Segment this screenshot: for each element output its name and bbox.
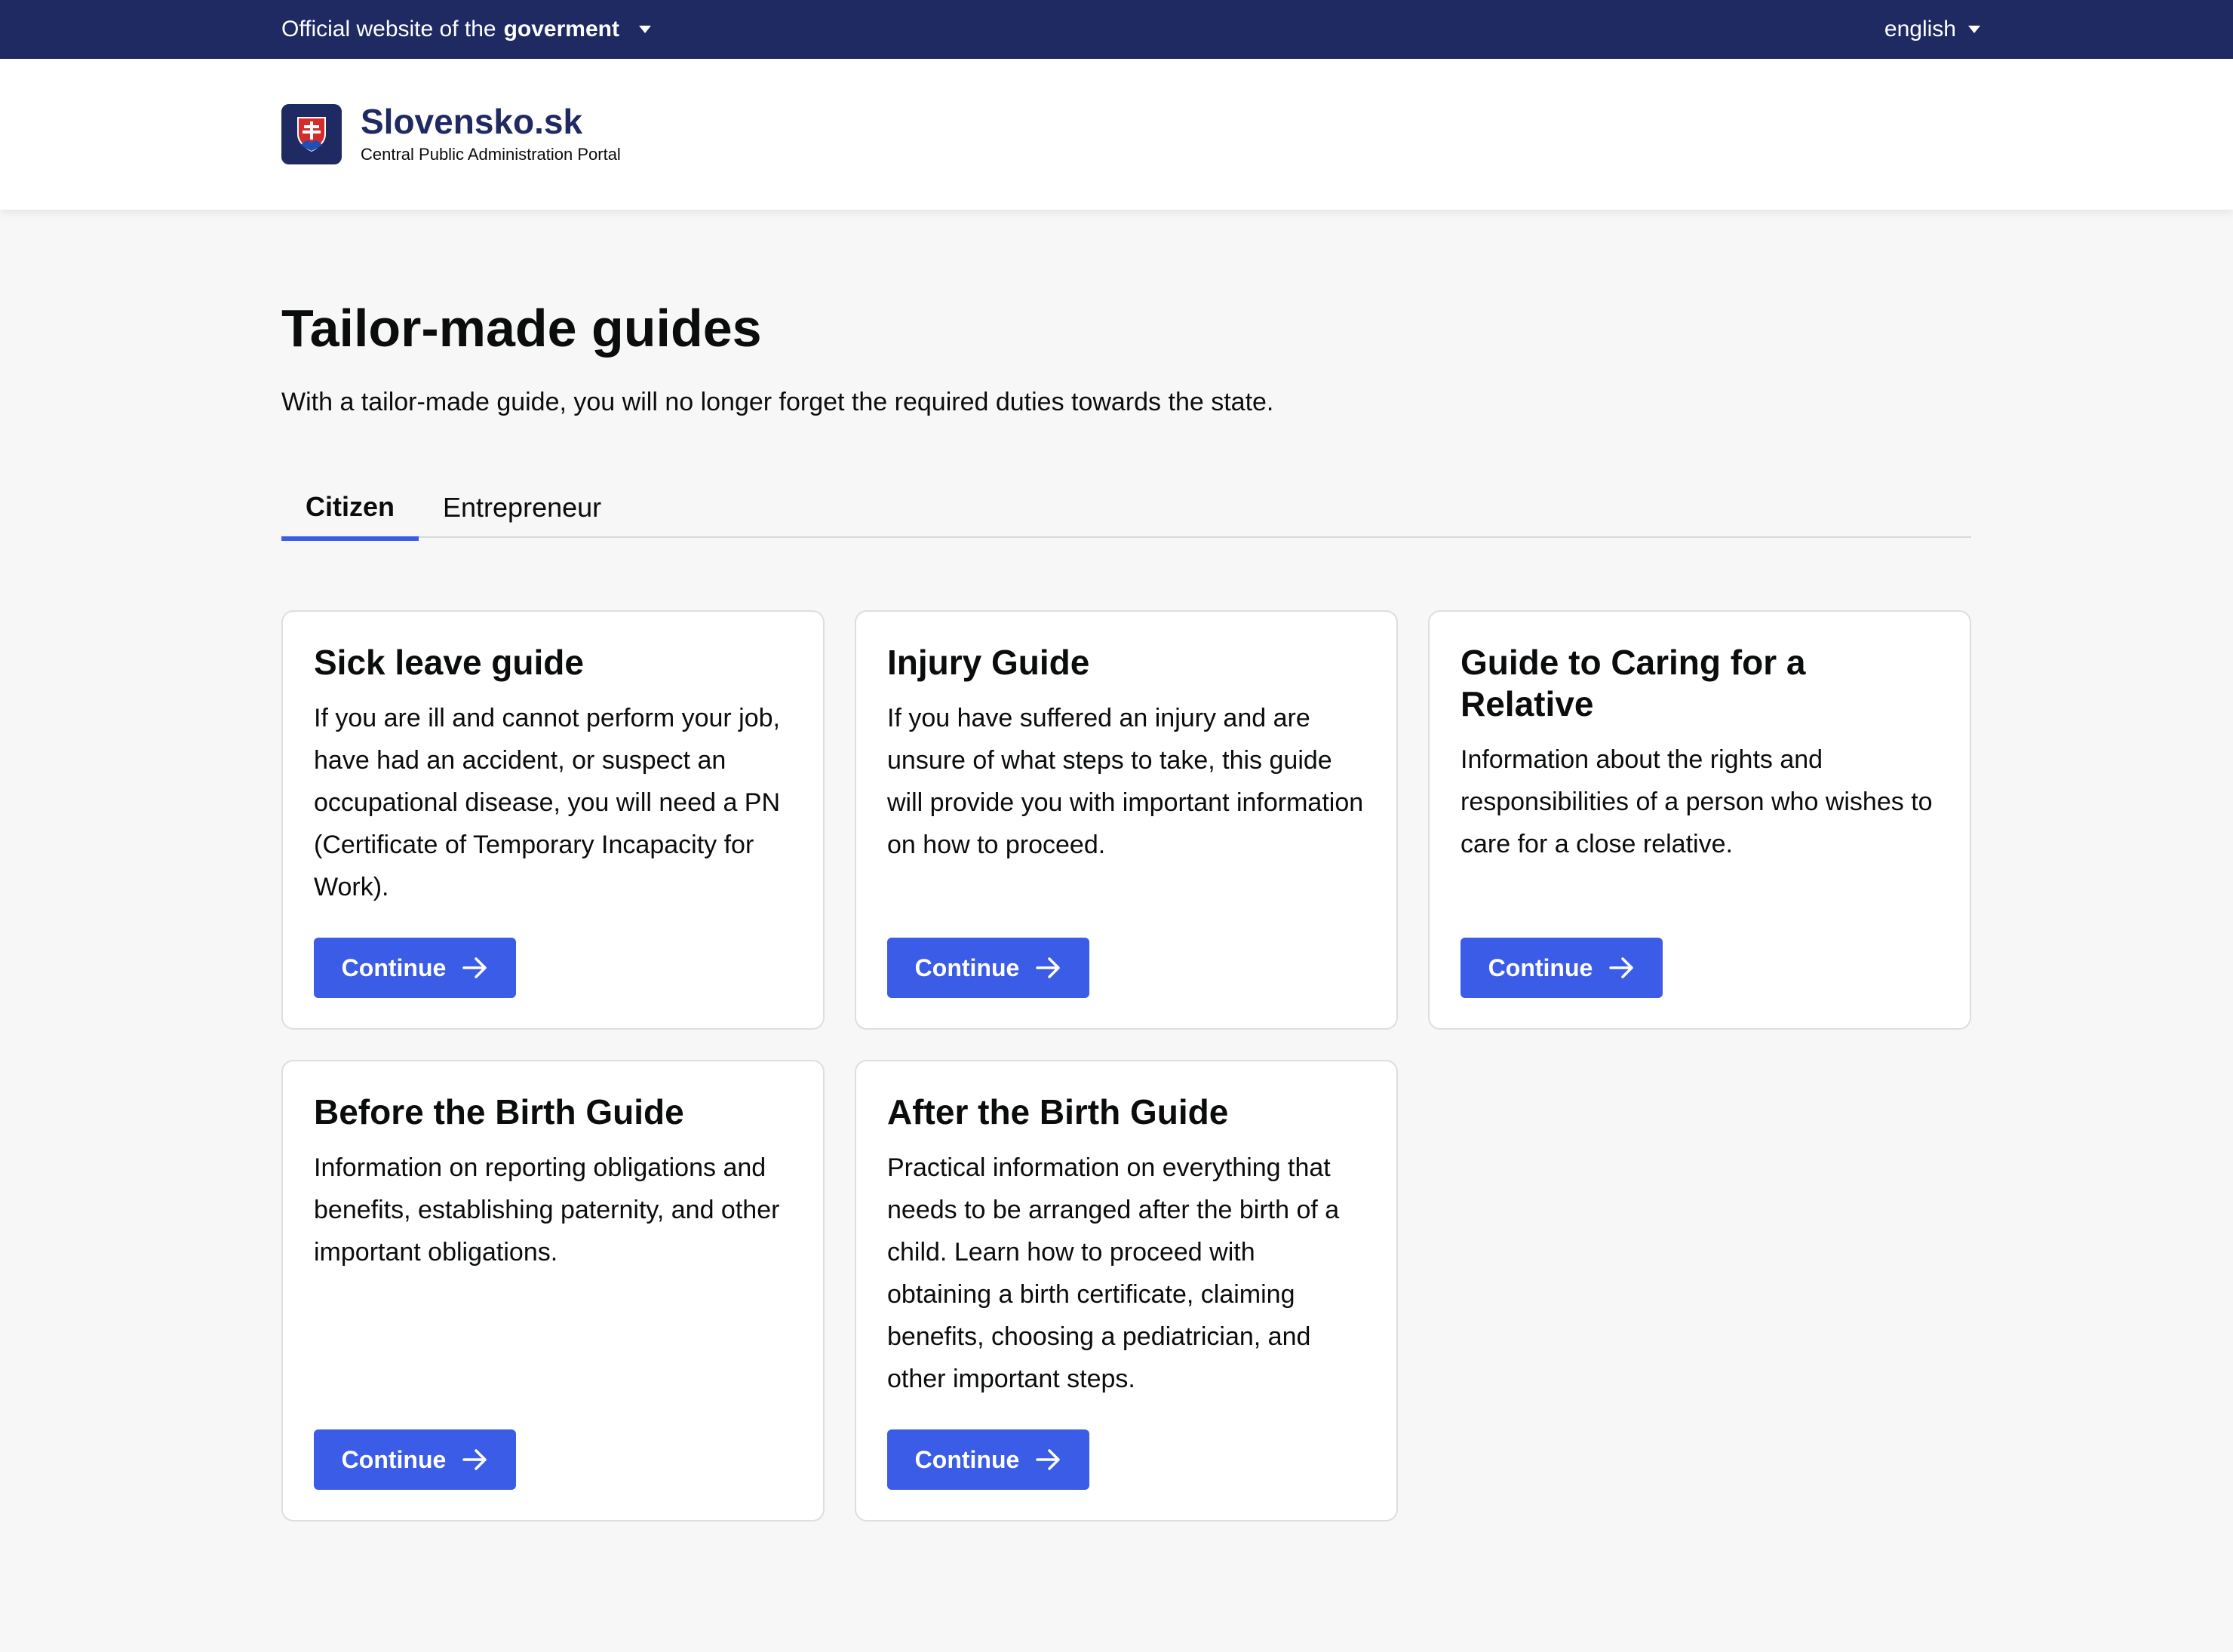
- brand-name: Slovensko.sk: [361, 102, 583, 141]
- card-title: Before the Birth Guide: [314, 1092, 684, 1132]
- card-title: After the Birth Guide: [887, 1092, 1229, 1132]
- card-title: Sick leave guide: [314, 643, 584, 682]
- guide-cards: Sick leave guide If you are ill and cann…: [281, 610, 1971, 1521]
- official-website-text: Official website of the: [281, 17, 496, 41]
- continue-button[interactable]: Continue: [887, 938, 1089, 998]
- card-title: Guide to Caring for a Relative: [1461, 643, 1806, 724]
- page-lead: With a tailor-made guide, you will no lo…: [281, 388, 1274, 416]
- card-description: Practical information on everything that…: [887, 1153, 1340, 1394]
- card-description: Information about the rights and respons…: [1461, 745, 1933, 859]
- language-selector[interactable]: english: [1884, 17, 1980, 42]
- card-description: If you have suffered an injury and are u…: [887, 704, 1364, 860]
- guide-card-injury: Injury Guide If you have suffered an inj…: [855, 610, 1398, 1030]
- arrow-right-icon: [1036, 1449, 1061, 1470]
- continue-button[interactable]: Continue: [314, 1429, 516, 1490]
- card-description: If you are ill and cannot perform your j…: [314, 704, 781, 902]
- brand-subtitle: Central Public Administration Portal: [361, 145, 621, 164]
- button-label: Continue: [341, 1445, 447, 1473]
- arrow-right-icon: [462, 1449, 487, 1470]
- brand-block[interactable]: Slovensko.sk Central Public Administrati…: [361, 104, 621, 164]
- official-website-toggle[interactable]: Official website of the goverment: [281, 17, 651, 42]
- button-label: Continue: [341, 953, 447, 981]
- caret-down-icon: [638, 26, 651, 33]
- guide-card-sick-leave: Sick leave guide If you are ill and cann…: [281, 610, 825, 1030]
- site-header: Slovensko.sk Central Public Administrati…: [0, 59, 2233, 210]
- guide-tabs: Citizen Entrepreneur: [281, 477, 1971, 541]
- continue-button[interactable]: Continue: [314, 938, 516, 998]
- arrow-right-icon: [1609, 957, 1634, 978]
- language-label: english: [1884, 17, 1956, 41]
- arrow-right-icon: [1036, 957, 1061, 978]
- button-label: Continue: [1488, 953, 1593, 981]
- guide-card-before-birth: Before the Birth Guide Information on re…: [281, 1060, 825, 1521]
- guide-card-after-birth: After the Birth Guide Practical informat…: [855, 1060, 1398, 1521]
- card-title: Injury Guide: [887, 643, 1090, 682]
- main-content: Tailor-made guides With a tailor-made gu…: [0, 210, 2233, 1521]
- card-description: Information on reporting obligations and…: [314, 1153, 780, 1267]
- continue-button[interactable]: Continue: [887, 1429, 1089, 1490]
- continue-button[interactable]: Continue: [1461, 938, 1663, 998]
- official-website-bold: goverment: [503, 17, 619, 41]
- guide-card-caring-relative: Guide to Caring for a Relative Informati…: [1428, 610, 1971, 1030]
- arrow-right-icon: [462, 957, 487, 978]
- tab-entrepreneur[interactable]: Entrepreneur: [419, 477, 625, 538]
- button-label: Continue: [914, 953, 1020, 981]
- tab-citizen[interactable]: Citizen: [281, 477, 419, 541]
- caret-down-icon: [1968, 26, 1980, 33]
- button-label: Continue: [914, 1445, 1020, 1473]
- page-title: Tailor-made guides: [281, 299, 762, 358]
- gov-banner: Official website of the goverment englis…: [0, 0, 2233, 59]
- slovak-coat-of-arms-icon[interactable]: [281, 104, 342, 164]
